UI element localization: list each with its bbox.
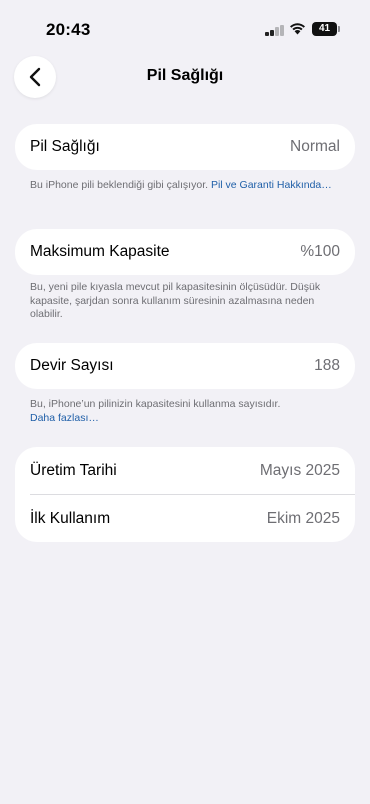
cycle-count-card: Devir Sayısı 188 — [15, 343, 355, 389]
manufacture-date-row: Üretim Tarihi Mayıs 2025 — [15, 447, 355, 494]
first-use-value: Ekim 2025 — [266, 509, 340, 527]
first-use-label: İlk Kullanım — [30, 509, 111, 527]
battery-health-footnote: Bu iPhone pili beklendiği gibi çalışıyor… — [30, 179, 340, 193]
battery-warranty-link[interactable]: Pil ve Garanti Hakkında… — [211, 179, 332, 191]
cycle-count-note: Bu, iPhone’un pilinizin kapasitesini kul… — [30, 398, 281, 410]
battery-level: 41 — [318, 23, 331, 34]
learn-more-link[interactable]: Daha fazlası… — [30, 412, 99, 424]
manufacture-date-value: Mayıs 2025 — [259, 461, 340, 479]
dates-card: Üretim Tarihi Mayıs 2025 İlk Kullanım Ek… — [15, 447, 355, 542]
battery-health-note: Bu iPhone pili beklendiği gibi çalışıyor… — [30, 179, 209, 191]
wifi-icon — [290, 23, 305, 35]
battery-health-row: Pil Sağlığı Normal — [15, 124, 355, 170]
manufacture-date-label: Üretim Tarihi — [30, 461, 117, 479]
status-bar: 20:43 41 — [0, 0, 370, 56]
max-capacity-footnote: Bu, yeni pile kıyasla mevcut pil kapasit… — [30, 281, 340, 322]
status-time: 20:43 — [46, 20, 91, 39]
battery-icon: 41 — [312, 22, 337, 36]
cycle-count-value: 188 — [314, 357, 340, 374]
max-capacity-note: Bu, yeni pile kıyasla mevcut pil kapasit… — [30, 281, 321, 320]
battery-cap — [338, 26, 340, 32]
battery-health-label: Pil Sağlığı — [30, 138, 100, 155]
max-capacity-label: Maksimum Kapasite — [30, 243, 170, 260]
first-use-row: İlk Kullanım Ekim 2025 — [15, 495, 355, 542]
cellular-signal-icon — [265, 24, 285, 36]
cycle-count-row: Devir Sayısı 188 — [15, 343, 355, 389]
battery-health-value: Normal — [290, 138, 340, 155]
cycle-count-label: Devir Sayısı — [30, 357, 114, 374]
cycle-count-footnote: Bu, iPhone’un pilinizin kapasitesini kul… — [30, 398, 340, 425]
page-title: Pil Sağlığı — [146, 67, 224, 84]
max-capacity-row: Maksimum Kapasite %100 — [15, 229, 355, 275]
max-capacity-value: %100 — [300, 243, 340, 260]
battery-health-card: Pil Sağlığı Normal — [15, 124, 355, 170]
max-capacity-card: Maksimum Kapasite %100 — [15, 229, 355, 275]
